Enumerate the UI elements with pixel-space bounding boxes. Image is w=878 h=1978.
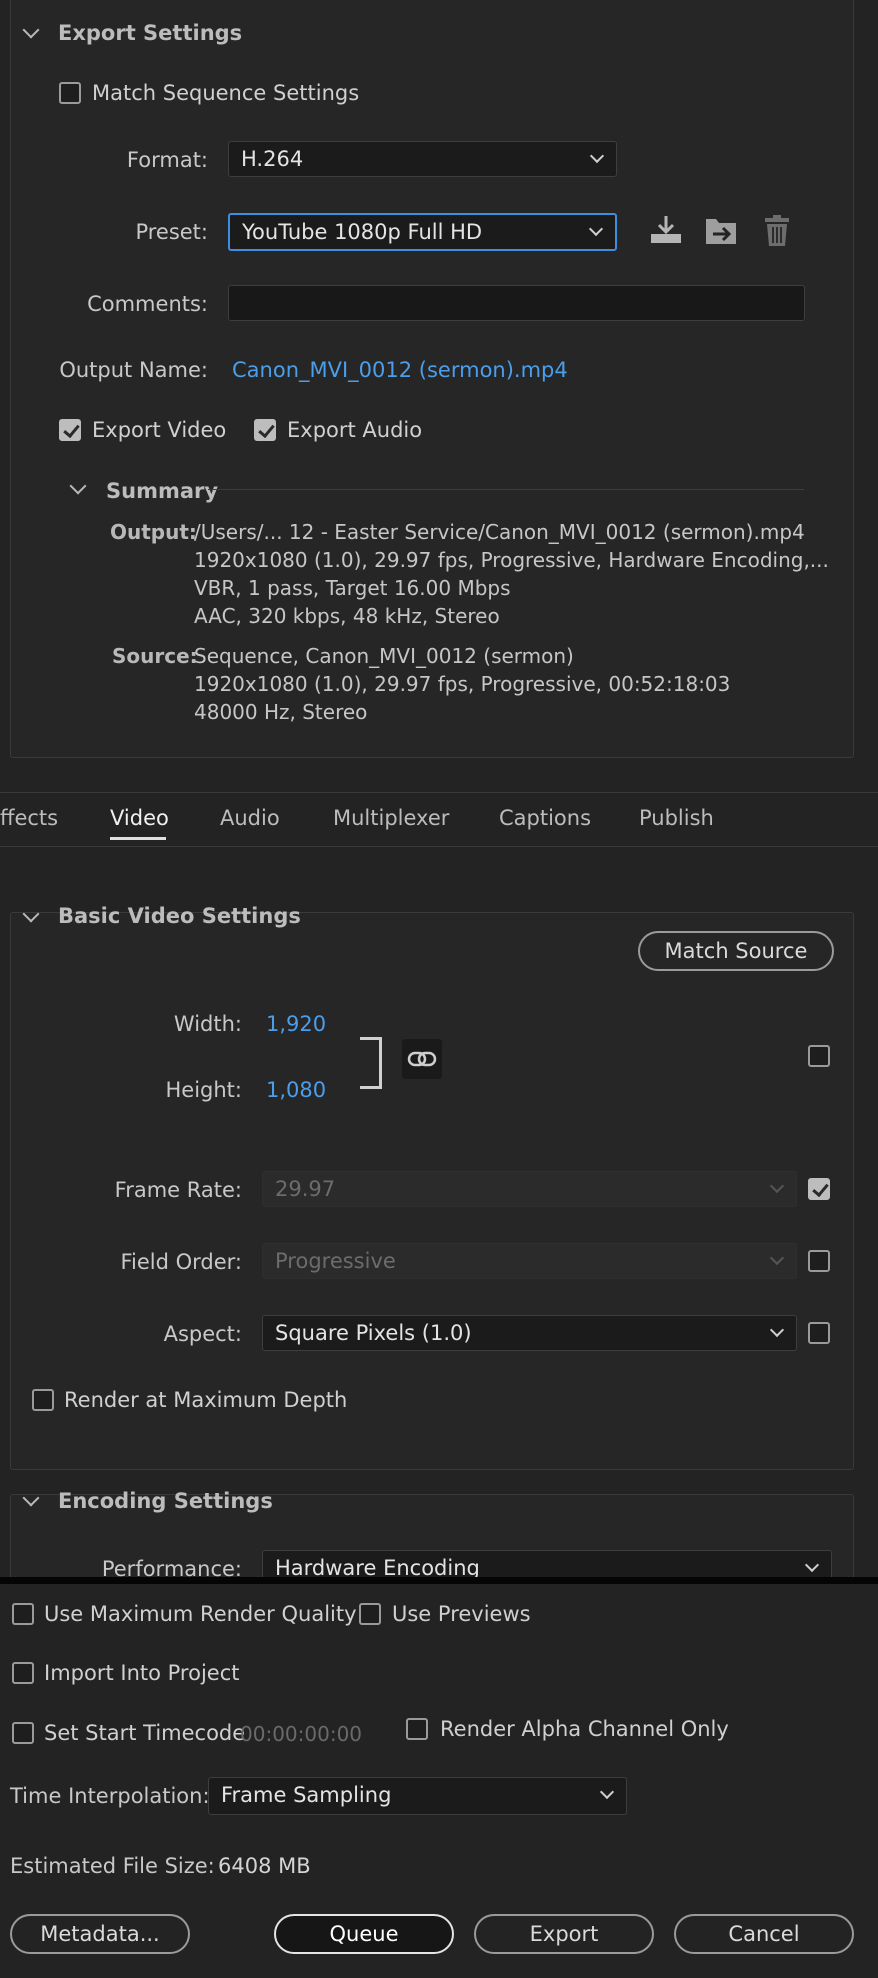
summary-output-line-2: 1920x1080 (1.0), 29.97 fps, Progressive,…: [194, 548, 829, 572]
height-value[interactable]: 1,080: [266, 1078, 326, 1102]
summary-source-label: Source:: [112, 644, 198, 668]
chevron-down-icon: [769, 1322, 785, 1338]
field-order-value: Progressive: [275, 1249, 396, 1273]
format-label: Format:: [126, 148, 208, 172]
chevron-down-icon: [804, 1557, 820, 1573]
aspect-dropdown[interactable]: Square Pixels (1.0): [262, 1315, 797, 1351]
import-preset-icon[interactable]: [703, 214, 739, 248]
chevron-down-icon: [769, 1178, 785, 1194]
metadata-button[interactable]: Metadata...: [10, 1914, 190, 1954]
height-label: Height:: [165, 1078, 243, 1102]
preset-dropdown[interactable]: YouTube 1080p Full HD: [228, 213, 617, 251]
chevron-down-icon: [599, 1784, 615, 1800]
summary-output-line-3: VBR, 1 pass, Target 16.00 Mbps: [194, 576, 511, 600]
basic-video-title: Basic Video Settings: [58, 904, 301, 928]
time-interpolation-value: Frame Sampling: [221, 1783, 392, 1807]
tab-video-underline: [110, 837, 166, 840]
summary-divider: [208, 489, 804, 490]
export-settings-title: Export Settings: [58, 21, 243, 45]
summary-source-line-3: 48000 Hz, Stereo: [194, 700, 368, 724]
comments-label: Comments:: [87, 292, 208, 316]
export-audio-label: Export Audio: [287, 418, 423, 442]
summary-output-line-4: AAC, 320 kbps, 48 kHz, Stereo: [194, 604, 500, 628]
match-sequence-checkbox[interactable]: [59, 82, 81, 104]
summary-output-label: Output:: [110, 520, 197, 544]
field-order-dropdown[interactable]: Progressive: [262, 1243, 797, 1279]
tab-effects[interactable]: ffects: [0, 806, 58, 830]
width-value[interactable]: 1,920: [266, 1012, 326, 1036]
delete-preset-icon[interactable]: [762, 214, 792, 248]
field-order-label: Field Order:: [120, 1250, 242, 1274]
frame-rate-value: 29.97: [275, 1177, 336, 1201]
time-interpolation-dropdown[interactable]: Frame Sampling: [208, 1777, 627, 1815]
export-audio-checkbox[interactable]: [254, 419, 276, 441]
tab-publish[interactable]: Publish: [639, 806, 714, 830]
frame-rate-dropdown[interactable]: 29.97: [262, 1171, 797, 1207]
set-start-timecode-label: Set Start Timecode: [44, 1721, 246, 1745]
dimension-link-bracket: [360, 1037, 382, 1089]
link-icon: [407, 1051, 437, 1067]
format-value: H.264: [241, 147, 304, 171]
render-alpha-checkbox[interactable]: [406, 1718, 428, 1740]
aspect-value: Square Pixels (1.0): [275, 1321, 472, 1345]
estimated-size-label: Estimated File Size:: [10, 1854, 215, 1878]
render-max-depth-checkbox[interactable]: [32, 1389, 54, 1411]
output-name-label: Output Name:: [59, 358, 208, 382]
save-preset-icon[interactable]: [648, 214, 684, 246]
tab-audio[interactable]: Audio: [220, 806, 280, 830]
tab-multiplexer[interactable]: Multiplexer: [333, 806, 449, 830]
start-timecode-value[interactable]: 00:00:00:00: [240, 1722, 362, 1746]
summary-source-line-1: Sequence, Canon_MVI_0012 (sermon): [194, 644, 574, 668]
tabs-top-border: [0, 792, 878, 793]
match-sequence-label: Match Sequence Settings: [92, 81, 360, 105]
constrain-proportions-button[interactable]: [402, 1039, 442, 1079]
comments-input[interactable]: [228, 285, 805, 321]
tab-captions[interactable]: Captions: [499, 806, 591, 830]
render-alpha-label: Render Alpha Channel Only: [440, 1717, 729, 1741]
import-into-project-label: Import Into Project: [44, 1661, 240, 1685]
preset-value: YouTube 1080p Full HD: [242, 220, 483, 244]
import-into-project-checkbox[interactable]: [12, 1662, 34, 1684]
frame-rate-label: Frame Rate:: [114, 1178, 242, 1202]
export-video-label: Export Video: [92, 418, 227, 442]
preset-label: Preset:: [135, 220, 208, 244]
output-name-link[interactable]: Canon_MVI_0012 (sermon).mp4: [232, 358, 568, 382]
chevron-down-icon: [588, 221, 604, 237]
tabs-bottom-border: [0, 846, 878, 847]
dimension-override-checkbox[interactable]: [808, 1045, 830, 1067]
cancel-button[interactable]: Cancel: [674, 1914, 854, 1954]
set-start-timecode-checkbox[interactable]: [12, 1722, 34, 1744]
chevron-down-icon: [589, 148, 605, 164]
render-max-depth-label: Render at Maximum Depth: [64, 1388, 348, 1412]
format-dropdown[interactable]: H.264: [228, 141, 617, 177]
chevron-down-icon: [769, 1250, 785, 1266]
max-render-quality-label: Use Maximum Render Quality: [44, 1602, 357, 1626]
summary-output-line-1: /Users/... 12 - Easter Service/Canon_MVI…: [194, 520, 805, 544]
summary-title: Summary: [106, 479, 219, 503]
aspect-label: Aspect:: [163, 1322, 242, 1346]
aspect-checkbox[interactable]: [808, 1322, 830, 1344]
use-previews-label: Use Previews: [392, 1602, 531, 1626]
max-render-quality-checkbox[interactable]: [12, 1603, 34, 1625]
summary-source-line-2: 1920x1080 (1.0), 29.97 fps, Progressive,…: [194, 672, 731, 696]
field-order-checkbox[interactable]: [808, 1250, 830, 1272]
frame-rate-checkbox[interactable]: [808, 1178, 830, 1200]
tab-video[interactable]: Video: [110, 806, 169, 830]
encoding-title: Encoding Settings: [58, 1489, 273, 1513]
bottom-divider: [0, 1577, 878, 1584]
match-source-button[interactable]: Match Source: [638, 931, 834, 971]
time-interpolation-label: Time Interpolation:: [10, 1784, 210, 1808]
export-button[interactable]: Export: [474, 1914, 654, 1954]
estimated-size-value: 6408 MB: [218, 1854, 311, 1878]
queue-button[interactable]: Queue: [274, 1914, 454, 1954]
export-video-checkbox[interactable]: [59, 419, 81, 441]
use-previews-checkbox[interactable]: [359, 1603, 381, 1625]
width-label: Width:: [173, 1012, 242, 1036]
